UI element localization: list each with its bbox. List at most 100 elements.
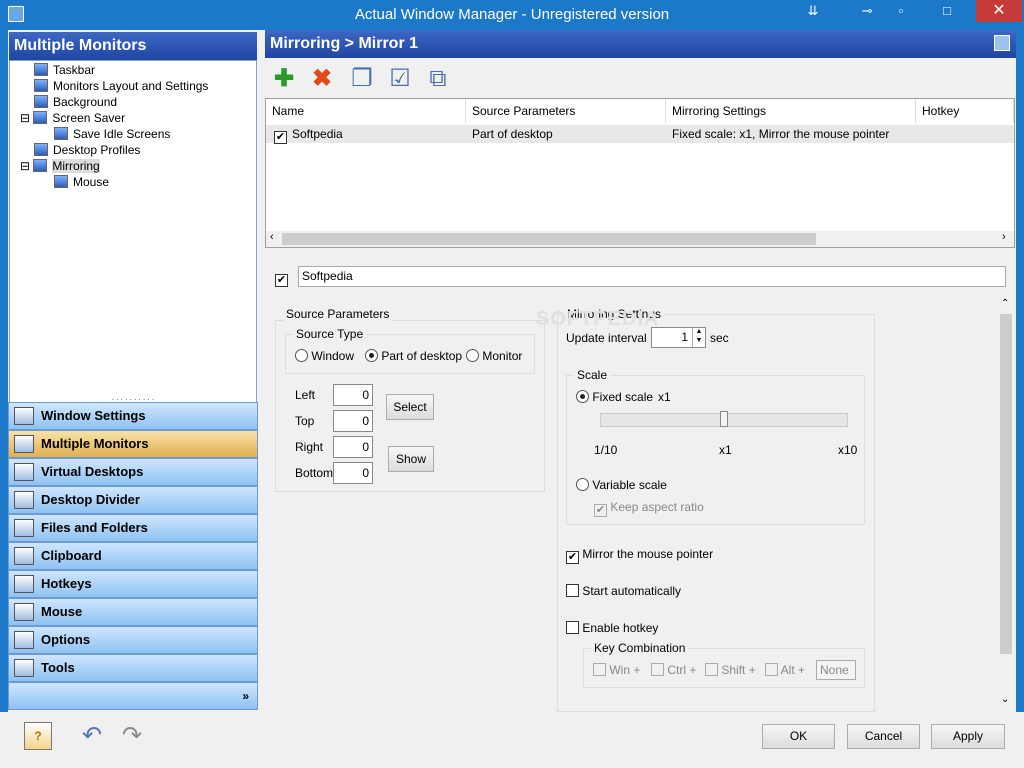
nav-desktop-divider[interactable]: Desktop Divider — [8, 486, 258, 514]
mirror-name-input[interactable]: Softpedia — [298, 266, 1006, 287]
spin-down-icon[interactable]: ▼ — [692, 337, 705, 347]
right-field[interactable]: 0 — [333, 436, 373, 458]
top-field[interactable]: 0 — [333, 410, 373, 432]
nav-mouse[interactable]: Mouse — [8, 598, 258, 626]
virtual-desktops-icon — [14, 463, 34, 481]
row-enabled-checkbox[interactable]: ✔ — [268, 125, 287, 144]
background-icon — [34, 95, 48, 108]
radio-part-of-desktop[interactable]: Part of desktop — [365, 349, 462, 363]
nav-options[interactable]: Options — [8, 626, 258, 654]
nav-hotkeys[interactable]: Hotkeys — [8, 570, 258, 598]
source-type-title: Source Type — [293, 327, 367, 341]
vertical-scrollbar[interactable]: ⌃ ⌄ — [998, 298, 1014, 710]
help-icon[interactable]: ? — [24, 722, 52, 750]
mouse-icon — [14, 603, 34, 621]
scroll-left-icon[interactable]: ‹ — [270, 231, 274, 243]
mirrors-table: Name Source Parameters Mirroring Setting… — [265, 98, 1015, 248]
scroll-right-icon[interactable]: › — [1002, 231, 1006, 243]
radio-variable-scale[interactable]: Variable scale — [576, 478, 667, 492]
monitor-icon — [34, 79, 48, 92]
close-button[interactable]: ✕ — [976, 0, 1022, 22]
copy-icon[interactable]: ❐ — [348, 65, 376, 93]
nav-files-and-folders[interactable]: Files and Folders — [8, 514, 258, 542]
collapse-icon[interactable]: ⇊ — [796, 0, 830, 22]
nav-clipboard[interactable]: Clipboard — [8, 542, 258, 570]
cancel-button[interactable]: Cancel — [847, 724, 920, 749]
profiles-icon — [34, 143, 48, 156]
row-source: Part of desktop — [472, 127, 553, 141]
keyboard-icon — [14, 575, 34, 593]
layout-icon[interactable] — [994, 35, 1010, 51]
nav-virtual-desktops[interactable]: Virtual Desktops — [8, 458, 258, 486]
tree-item-mirroring[interactable]: ⊟ Mirroring — [20, 158, 100, 174]
scale-slider-thumb[interactable] — [720, 411, 728, 427]
mouse-icon — [54, 175, 68, 188]
key-combination-title: Key Combination — [591, 641, 689, 655]
watermark: SOFTPEDIA — [536, 308, 660, 330]
radio-window[interactable]: Window — [295, 349, 354, 363]
add-icon[interactable]: ✚ — [270, 65, 298, 93]
footer-bar: ? ↶ ↷ OK Cancel Apply — [0, 712, 1024, 768]
apply-button[interactable]: Apply — [931, 724, 1005, 749]
tree-item-background[interactable]: Background — [34, 94, 117, 110]
bottom-field[interactable]: 0 — [333, 462, 373, 484]
left-field[interactable]: 0 — [333, 384, 373, 406]
page-title: Mirroring > Mirror 1 — [265, 30, 1016, 58]
alt-key-checkbox[interactable]: Alt + — [765, 663, 805, 677]
table-row[interactable] — [266, 125, 1014, 143]
delete-icon[interactable]: ✖ — [308, 65, 336, 93]
column-source[interactable]: Source Parameters — [466, 99, 666, 123]
ok-button[interactable]: OK — [762, 724, 835, 749]
update-interval-stepper[interactable]: 1 ▲ ▼ — [651, 327, 706, 348]
radio-monitor[interactable]: Monitor — [466, 349, 522, 363]
monitors-icon — [14, 435, 34, 453]
row-hotkey — [916, 125, 922, 143]
show-button[interactable]: Show — [388, 446, 434, 472]
enable-hotkey-checkbox[interactable]: Enable hotkey — [566, 621, 658, 635]
redo-icon[interactable]: ↷ — [118, 722, 146, 750]
scroll-up-icon[interactable]: ⌃ — [1001, 298, 1009, 309]
options-icon — [14, 631, 34, 649]
restore-icon[interactable]: ⧉ — [424, 65, 452, 93]
win-key-checkbox[interactable]: Win + — [593, 663, 640, 677]
column-hotkey[interactable]: Hotkey — [916, 99, 1014, 123]
nav-multiple-monitors[interactable]: Multiple Monitors — [8, 430, 258, 458]
mirror-pointer-checkbox[interactable]: ✔ Mirror the mouse pointer — [566, 547, 713, 564]
column-mirroring[interactable]: Mirroring Settings — [666, 99, 916, 123]
tree-item-desktop-profiles[interactable]: Desktop Profiles — [34, 142, 140, 158]
scroll-thumb[interactable] — [282, 233, 816, 245]
sec-label: sec — [710, 331, 729, 345]
hotkey-field[interactable]: None — [816, 660, 856, 680]
vscroll-thumb[interactable] — [1000, 314, 1012, 654]
tree-item-taskbar[interactable]: Taskbar — [34, 62, 95, 78]
folder-icon — [14, 519, 34, 537]
pin-icon[interactable]: ⊸ — [850, 0, 884, 22]
tree-item-monitors-layout[interactable]: Monitors Layout and Settings — [34, 78, 208, 94]
horizontal-scrollbar[interactable]: ‹ › — [266, 231, 1014, 247]
tree-item-screen-saver[interactable]: ⊟ Screen Saver — [20, 110, 125, 126]
idle-screen-icon — [54, 127, 68, 140]
radio-fixed-scale[interactable]: Fixed scale — [576, 390, 653, 404]
scroll-down-icon[interactable]: ⌄ — [1001, 694, 1009, 705]
nav-window-settings[interactable]: Window Settings — [8, 402, 258, 430]
tick-mid: x1 — [719, 443, 732, 457]
start-automatically-checkbox[interactable]: Start automatically — [566, 584, 681, 598]
mirror-enabled-checkbox[interactable]: ✔ — [275, 270, 288, 287]
nav-more-button[interactable]: » — [8, 682, 258, 710]
tree-item-mouse[interactable]: Mouse — [54, 174, 109, 190]
tree-item-save-idle-screens[interactable]: Save Idle Screens — [54, 126, 170, 142]
spin-up-icon[interactable]: ▲ — [692, 328, 705, 337]
nav-tools[interactable]: Tools — [8, 654, 258, 682]
check-all-icon[interactable]: ☑ — [386, 65, 414, 93]
minimize-button[interactable]: ▫ — [884, 0, 918, 22]
window-settings-icon — [14, 407, 34, 425]
undo-icon[interactable]: ↶ — [78, 722, 106, 750]
select-button[interactable]: Select — [386, 394, 434, 420]
ctrl-key-checkbox[interactable]: Ctrl + — [651, 663, 696, 677]
shift-key-checkbox[interactable]: Shift + — [705, 663, 756, 677]
scale-title: Scale — [574, 368, 611, 382]
column-name[interactable]: Name — [266, 99, 466, 123]
splitter-handle[interactable]: . . . . . . . . . . — [9, 394, 257, 402]
maximize-button[interactable]: □ — [918, 0, 976, 22]
keep-aspect-checkbox[interactable]: ✔ Keep aspect ratio — [594, 500, 704, 517]
